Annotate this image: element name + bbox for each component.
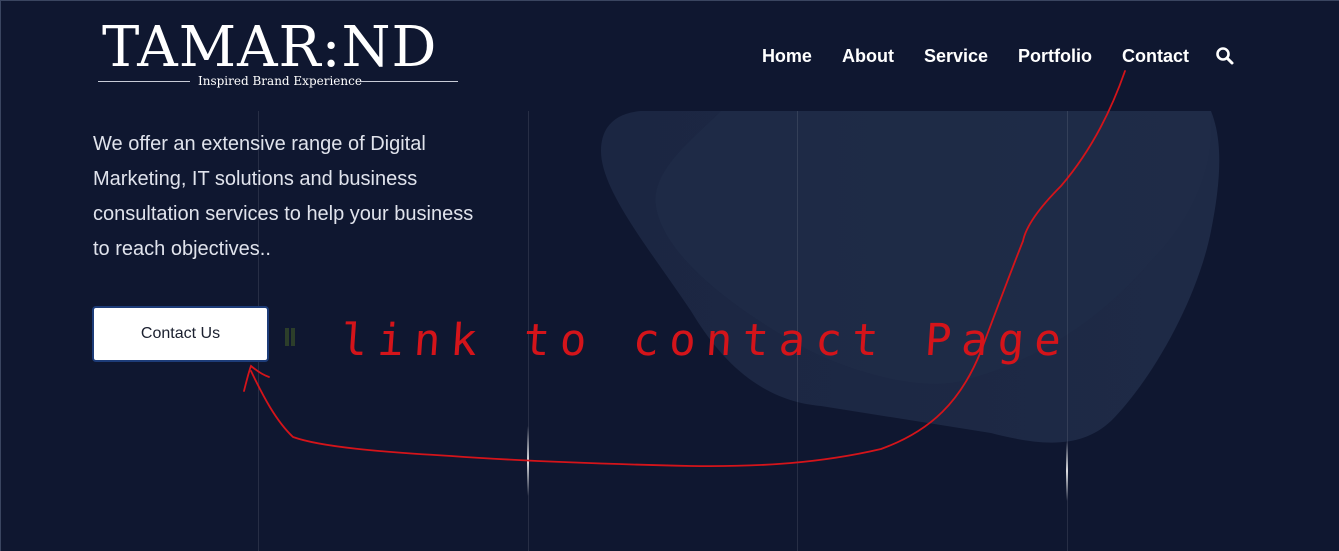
logo-rule	[360, 81, 458, 82]
nav-portfolio[interactable]: Portfolio	[1018, 43, 1092, 69]
search-icon[interactable]	[1215, 46, 1235, 66]
logo-wordmark: TAMAR:ND	[102, 15, 438, 80]
nav-about[interactable]: About	[842, 43, 894, 69]
nav-service[interactable]: Service	[924, 43, 988, 69]
annotation-note: link to contact Page	[339, 315, 1073, 366]
main-nav: Home About Service Portfolio Contact	[762, 43, 1235, 69]
grid-line-glint	[527, 426, 529, 496]
logo-rule	[98, 81, 190, 82]
nav-contact[interactable]: Contact	[1122, 43, 1189, 69]
contact-us-button[interactable]: Contact Us	[92, 306, 269, 362]
text-cursor-mark	[285, 328, 297, 346]
hero-description: We offer an extensive range of Digital M…	[93, 133, 474, 260]
grid-line-glint	[1066, 441, 1068, 501]
nav-home[interactable]: Home	[762, 43, 812, 69]
site-logo[interactable]: TAMAR:ND Inspired Brand Experience	[98, 15, 460, 93]
logo-tagline: Inspired Brand Experience	[198, 74, 362, 88]
